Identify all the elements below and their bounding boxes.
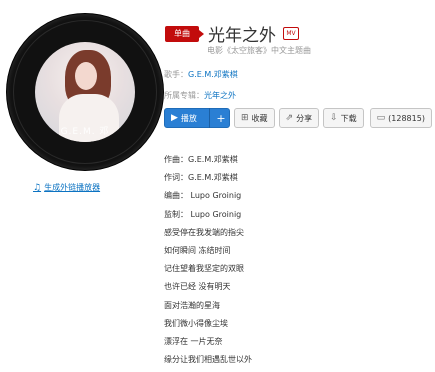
cover-face [75, 62, 97, 90]
play-label: 播放 [180, 113, 197, 123]
lyric-line: 记住望着我坚定的双眼 [164, 264, 244, 274]
generate-player-label[interactable]: 生成外链播放器 [44, 182, 100, 193]
comment-icon: ▭ [376, 113, 386, 123]
folder-plus-icon: ⊞ [241, 113, 249, 123]
cover-caption: G.E.M. 邓 [60, 127, 110, 137]
song-title: 光年之外 [208, 26, 276, 46]
lyric-line: 如何瞬间 冻结时间 [164, 245, 231, 255]
add-to-playlist-button[interactable]: + [213, 112, 229, 125]
mv-icon[interactable]: MV [283, 27, 299, 40]
share-button[interactable]: ⇗ 分享 [278, 108, 320, 128]
play-icon: ▶ [171, 113, 178, 123]
play-button[interactable]: ▶ 播放 + [164, 108, 230, 128]
collect-button[interactable]: ⊞ 收藏 [234, 108, 275, 128]
album-cover: G.E.M. 邓 [35, 42, 135, 142]
lyric-line: 面对浩瀚的星海 [164, 300, 220, 310]
download-button[interactable]: ⇩ 下载 [323, 108, 364, 128]
singer-link[interactable]: G.E.M.邓紫棋 [188, 70, 238, 79]
lyrics-block: 作曲：G.E.M.邓紫棋 作词：G.E.M.邓紫棋 编曲： Lupo Groin… [164, 154, 252, 372]
album-label: 所属专辑： [164, 91, 204, 100]
share-label: 分享 [296, 113, 313, 123]
lyric-line: 监制： Lupo Groinig [164, 209, 242, 219]
lyric-line: 缘分让我们相遇乱世以外 [164, 355, 252, 365]
lyric-line: 编曲： Lupo Groinig [164, 191, 242, 201]
album-disc: G.E.M. 邓 [7, 14, 163, 170]
lyric-line: 我们微小得像尘埃 [164, 318, 228, 328]
single-badge: 单曲 [165, 26, 204, 42]
share-icon: ⇗ [285, 113, 294, 123]
singer-row: 歌手：G.E.M.邓紫棋 [164, 69, 238, 80]
album-row: 所属专辑：光年之外 [164, 90, 236, 101]
singer-label: 歌手： [164, 70, 188, 79]
album-link[interactable]: 光年之外 [204, 91, 236, 100]
song-subtitle: 电影《太空旅客》中文主题曲 [207, 46, 311, 55]
comment-button[interactable]: ▭ (128815) [369, 108, 432, 128]
comment-count: (128815) [388, 113, 425, 123]
download-label: 下载 [340, 113, 357, 123]
lyric-line: 作词：G.E.M.邓紫棋 [164, 173, 238, 183]
music-note-icon: ♫ [33, 182, 42, 193]
generate-player-link[interactable]: ♫ 生成外链播放器 [33, 182, 100, 193]
download-icon: ⇩ [330, 113, 338, 123]
lyric-line: 也许已经 没有明天 [164, 282, 231, 292]
play-divider [209, 108, 210, 128]
action-buttons: ▶ 播放 + ⊞ 收藏 ⇗ 分享 ⇩ 下载 ▭ (128815) [164, 108, 432, 128]
lyric-line: 漂浮在 一片无奈 [164, 336, 223, 346]
lyric-line: 感受停在我发端的指尖 [164, 227, 244, 237]
collect-label: 收藏 [251, 113, 268, 123]
lyric-line: 作曲：G.E.M.邓紫棋 [164, 155, 238, 164]
